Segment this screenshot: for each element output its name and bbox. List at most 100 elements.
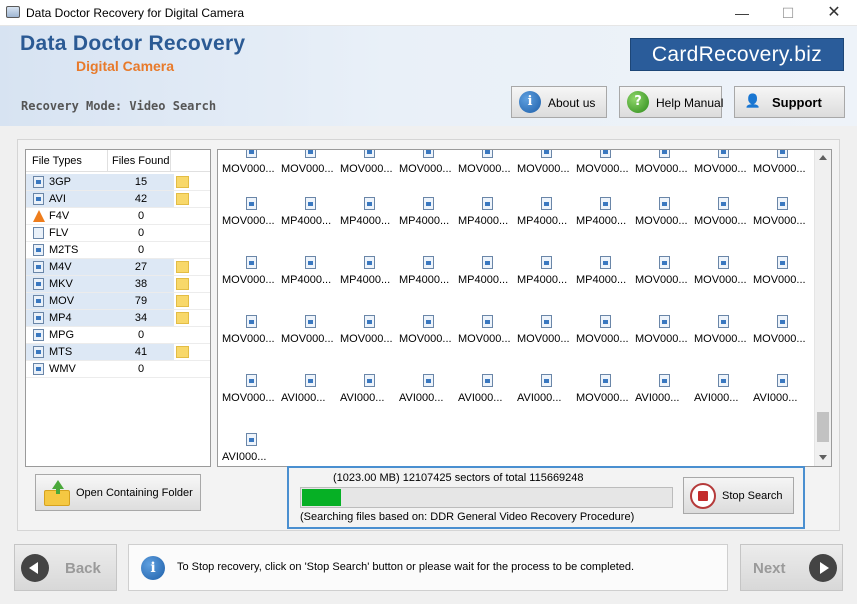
recovered-file-item[interactable]: MOV000... — [281, 150, 337, 179]
recovered-file-item[interactable]: MOV000... — [222, 197, 278, 231]
recovered-file-item[interactable]: AVI000... — [635, 374, 691, 408]
folder-icon[interactable] — [176, 176, 189, 188]
file-type-row[interactable]: WMV 0 — [26, 361, 210, 378]
recovered-file-item[interactable]: MOV000... — [753, 315, 809, 349]
folder-icon[interactable] — [176, 278, 189, 290]
recovered-file-item[interactable]: AVI000... — [694, 374, 750, 408]
recovered-file-item[interactable]: MOV000... — [635, 150, 691, 179]
back-button[interactable]: Back — [14, 544, 117, 591]
video-file-icon — [423, 150, 434, 158]
folder-icon[interactable] — [176, 193, 189, 205]
folder-icon[interactable] — [176, 261, 189, 273]
scroll-down-icon[interactable] — [819, 455, 827, 460]
recovered-file-item[interactable]: MOV000... — [340, 315, 396, 349]
folder-icon[interactable] — [176, 312, 189, 324]
recovered-file-item[interactable]: AVI000... — [222, 433, 278, 466]
next-button[interactable]: Next — [740, 544, 843, 591]
vertical-scrollbar[interactable] — [814, 150, 831, 466]
recovered-file-item[interactable]: AVI000... — [517, 374, 573, 408]
recovered-files-grid[interactable]: MOV000... MOV000... MOV000... MOV000... MOV0… — [217, 149, 832, 467]
column-header-file-types[interactable]: File Types — [26, 150, 108, 172]
recovered-file-item[interactable]: AVI000... — [281, 374, 337, 408]
file-type-row[interactable]: MTS 41 — [26, 344, 210, 361]
recovered-file-item[interactable]: MOV000... — [694, 197, 750, 231]
file-type-row[interactable]: MOV 79 — [26, 293, 210, 310]
file-type-row[interactable]: F4V 0 — [26, 208, 210, 225]
recovered-file-item[interactable]: MOV000... — [576, 315, 632, 349]
recovered-file-item[interactable]: MOV000... — [222, 315, 278, 349]
recovered-file-item[interactable]: MOV000... — [576, 150, 632, 179]
recovered-file-item[interactable]: MP4000... — [399, 197, 455, 231]
recovered-file-item[interactable]: MOV000... — [458, 315, 514, 349]
recovered-file-item[interactable]: MOV000... — [694, 256, 750, 290]
recovered-file-item[interactable]: MOV000... — [753, 197, 809, 231]
video-file-icon — [718, 150, 729, 158]
recovered-file-item[interactable]: MOV000... — [635, 197, 691, 231]
maximize-button[interactable]: ☐ — [765, 0, 811, 26]
file-name-label: MOV000... — [576, 333, 629, 345]
recovered-file-item[interactable]: AVI000... — [399, 374, 455, 408]
recovered-file-item[interactable]: MP4000... — [576, 197, 632, 231]
recovered-file-item[interactable]: MOV000... — [222, 150, 278, 179]
recovered-file-item[interactable]: MOV000... — [340, 150, 396, 179]
recovered-file-item[interactable]: MOV000... — [635, 256, 691, 290]
file-type-row[interactable]: M2TS 0 — [26, 242, 210, 259]
recovered-file-item[interactable]: MP4000... — [517, 256, 573, 290]
recovered-file-item[interactable]: MOV000... — [635, 315, 691, 349]
folder-icon[interactable] — [176, 346, 189, 358]
file-type-row[interactable]: M4V 27 — [26, 259, 210, 276]
recovered-file-item[interactable]: MOV000... — [694, 315, 750, 349]
recovered-file-item[interactable]: MP4000... — [281, 256, 337, 290]
help-manual-button[interactable]: ? Help Manual — [619, 86, 723, 118]
recovered-file-item[interactable]: MOV000... — [694, 150, 750, 179]
column-header-files-found[interactable]: Files Found — [108, 150, 171, 172]
close-button[interactable]: ✕ — [811, 0, 857, 26]
recovered-file-item[interactable]: MP4000... — [458, 197, 514, 231]
recovered-file-item[interactable]: AVI000... — [458, 374, 514, 408]
open-containing-folder-button[interactable]: Open Containing Folder — [35, 474, 201, 511]
recovered-file-item[interactable]: MOV000... — [281, 315, 337, 349]
recovered-file-item[interactable]: MP4000... — [340, 197, 396, 231]
recovered-file-item[interactable]: AVI000... — [753, 374, 809, 408]
recovered-file-item[interactable]: AVI000... — [340, 374, 396, 408]
recovered-file-item[interactable]: MP4000... — [399, 256, 455, 290]
file-type-row[interactable]: FLV 0 — [26, 225, 210, 242]
recovered-file-item[interactable]: MP4000... — [576, 256, 632, 290]
recovered-file-item[interactable]: MOV000... — [458, 150, 514, 179]
folder-icon[interactable] — [176, 295, 189, 307]
app-header: Data Doctor Recovery Digital Camera Card… — [0, 26, 857, 126]
recovered-file-item[interactable]: MP4000... — [517, 197, 573, 231]
file-name-label: AVI000... — [399, 392, 444, 404]
file-type-row[interactable]: 3GP 15 — [26, 174, 210, 191]
scroll-thumb[interactable] — [817, 412, 829, 442]
minimize-button[interactable]: — — [719, 0, 765, 26]
recovered-file-item[interactable]: MOV000... — [222, 256, 278, 290]
support-button[interactable]: 👤 Support — [734, 86, 845, 118]
open-folder-icon — [44, 480, 70, 506]
about-us-button[interactable]: i About us — [511, 86, 607, 118]
scroll-up-icon[interactable] — [819, 155, 827, 160]
recovered-file-item[interactable]: MP4000... — [340, 256, 396, 290]
recovered-file-item[interactable]: MP4000... — [281, 197, 337, 231]
file-type-row[interactable]: MKV 38 — [26, 276, 210, 293]
file-type-row[interactable]: MPG 0 — [26, 327, 210, 344]
file-name-label: AVI000... — [517, 392, 562, 404]
video-file-icon — [659, 150, 670, 158]
recovered-file-item[interactable]: MP4000... — [458, 256, 514, 290]
video-file-icon — [305, 150, 316, 158]
recovered-file-item[interactable]: MOV000... — [222, 374, 278, 408]
recovered-file-item[interactable]: MOV000... — [753, 256, 809, 290]
recovered-file-item[interactable]: MOV000... — [399, 315, 455, 349]
file-name-label: MOV000... — [694, 215, 747, 227]
recovered-file-item[interactable]: MOV000... — [399, 150, 455, 179]
recovered-file-item[interactable]: MOV000... — [517, 315, 573, 349]
video-file-icon — [600, 197, 611, 210]
column-header-folder[interactable] — [171, 150, 210, 172]
stop-search-button[interactable]: Stop Search — [683, 477, 794, 514]
recovered-file-item[interactable]: MOV000... — [753, 150, 809, 179]
file-type-row[interactable]: MP4 34 — [26, 310, 210, 327]
recovered-file-item[interactable]: MOV000... — [576, 374, 632, 408]
file-type-row[interactable]: AVI 42 — [26, 191, 210, 208]
recovered-file-item[interactable]: MOV000... — [517, 150, 573, 179]
file-types-table[interactable]: File Types Files Found 3GP 15 AVI 42 F4V 0 FLV… — [25, 149, 211, 467]
